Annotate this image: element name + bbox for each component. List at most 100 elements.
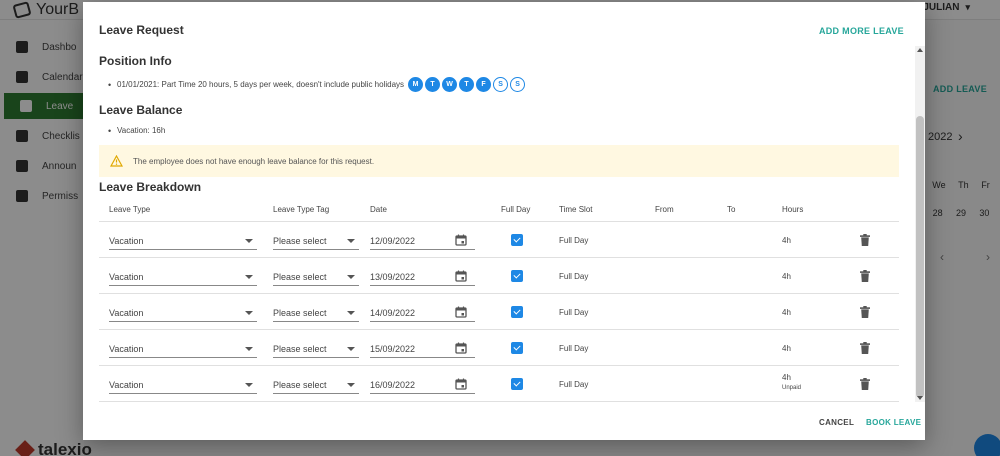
delete-icon[interactable] [860,306,870,318]
calendar-icon[interactable] [455,342,467,354]
date-value: 12/09/2022 [370,235,416,246]
time-slot: Full Day [559,344,589,353]
column-header-to: To [727,205,736,214]
column-header-date: Date [370,205,387,214]
delete-icon[interactable] [860,270,870,282]
time-slot: Full Day [559,380,589,389]
cancel-button[interactable]: CANCEL [819,418,854,427]
dialog-title: Leave Request [99,23,184,37]
column-header-hours: Hours [782,205,804,214]
leave-type-tag-value: Please select [273,343,327,354]
hours-value: 4h [782,308,791,317]
leave-balance-item: Vacation: 16h [108,126,165,136]
table-header: Leave Type Leave Type Tag Date Full Day … [99,200,899,222]
date-input[interactable]: 15/09/2022 [370,340,475,358]
table-row: Vacation Please select 12/09/2022 Full Day 4… [99,222,899,258]
table-body: Vacation Please select 12/09/2022 Full Day 4… [99,222,899,402]
dropdown-arrow-icon [347,383,355,387]
day-chip: F [476,77,492,92]
calendar-icon[interactable] [455,234,467,246]
position-info-item: 01/01/2021: Part Time 20 hours, 5 days p… [108,77,526,92]
dialog-scrollbar[interactable] [915,46,925,402]
dropdown-arrow-icon [347,311,355,315]
hours-value: 4h [782,272,791,281]
table-row: Vacation Please select 14/09/2022 Full Day 4… [99,294,899,330]
calendar-icon[interactable] [455,270,467,282]
full-day-checkbox[interactable] [511,306,523,318]
leave-type-tag-select[interactable]: Please select [273,376,359,394]
leave-type-select[interactable]: Vacation [109,376,257,394]
column-header-tag: Leave Type Tag [273,205,330,214]
hours-note: Unpaid [782,385,802,391]
leave-type-select[interactable]: Vacation [109,304,257,322]
day-chip: M [408,77,424,92]
date-input[interactable]: 16/09/2022 [370,376,475,394]
dropdown-arrow-icon [245,275,253,279]
leave-type-select[interactable]: Vacation [109,340,257,358]
column-header-from: From [655,205,674,214]
day-chip: S [493,77,509,92]
hours-value: 4h [782,344,791,353]
leave-balance-heading: Leave Balance [99,103,183,117]
add-more-leave-button[interactable]: ADD MORE LEAVE [819,26,904,36]
date-input[interactable]: 14/09/2022 [370,304,475,322]
leave-type-select[interactable]: Vacation [109,232,257,250]
position-info-text: 01/01/2021: Part Time 20 hours, 5 days p… [117,80,405,89]
dropdown-arrow-icon [245,311,253,315]
dropdown-arrow-icon [245,347,253,351]
column-header-leave-type: Leave Type [109,205,151,214]
dropdown-arrow-icon [347,275,355,279]
calendar-icon[interactable] [455,378,467,390]
scroll-up-arrow-icon[interactable] [917,48,923,52]
leave-type-tag-select[interactable]: Please select [273,340,359,358]
leave-type-tag-select[interactable]: Please select [273,268,359,286]
warning-icon [110,155,123,167]
full-day-checkbox[interactable] [511,234,523,246]
date-value: 16/09/2022 [370,379,416,390]
leave-type-tag-value: Please select [273,379,327,390]
date-value: 14/09/2022 [370,307,416,318]
full-day-checkbox[interactable] [511,270,523,282]
leave-type-tag-select[interactable]: Please select [273,304,359,322]
time-slot: Full Day [559,308,589,317]
day-chip: T [425,77,441,92]
leave-type-tag-select[interactable]: Please select [273,232,359,250]
hours-value: 4h [782,236,791,245]
leave-type-value: Vacation [109,271,144,282]
day-chip: S [510,77,526,92]
balance-warning-alert: The employee does not have enough leave … [99,145,899,177]
calendar-icon[interactable] [455,306,467,318]
time-slot: Full Day [559,236,589,245]
leave-type-tag-value: Please select [273,271,327,282]
work-days: M T W T F S S [408,77,526,92]
leave-type-tag-value: Please select [273,235,327,246]
hours-value: 4h [782,373,791,382]
time-slot: Full Day [559,272,589,281]
delete-icon[interactable] [860,342,870,354]
dialog-content: Leave Request ADD MORE LEAVE Position In… [83,2,925,402]
leave-breakdown-table: Leave Type Leave Type Tag Date Full Day … [99,200,899,402]
day-chip: W [442,77,458,92]
date-value: 13/09/2022 [370,271,416,282]
leave-type-select[interactable]: Vacation [109,268,257,286]
full-day-checkbox[interactable] [511,378,523,390]
delete-icon[interactable] [860,378,870,390]
leave-type-tag-value: Please select [273,307,327,318]
date-input[interactable]: 12/09/2022 [370,232,475,250]
leave-type-value: Vacation [109,235,144,246]
date-input[interactable]: 13/09/2022 [370,268,475,286]
leave-type-value: Vacation [109,379,144,390]
scrollbar-thumb[interactable] [916,116,924,398]
full-day-checkbox[interactable] [511,342,523,354]
scroll-down-arrow-icon[interactable] [917,396,923,400]
column-header-time-slot: Time Slot [559,205,593,214]
column-header-full-day: Full Day [501,205,531,214]
leave-request-dialog: Leave Request ADD MORE LEAVE Position In… [83,2,925,440]
book-leave-button[interactable]: BOOK LEAVE [866,418,921,427]
day-chip: T [459,77,475,92]
table-row: Vacation Please select 15/09/2022 Full Day 4… [99,330,899,366]
date-value: 15/09/2022 [370,343,416,354]
delete-icon[interactable] [860,234,870,246]
leave-type-value: Vacation [109,307,144,318]
table-row: Vacation Please select 16/09/2022 Full Day 4… [99,366,899,402]
